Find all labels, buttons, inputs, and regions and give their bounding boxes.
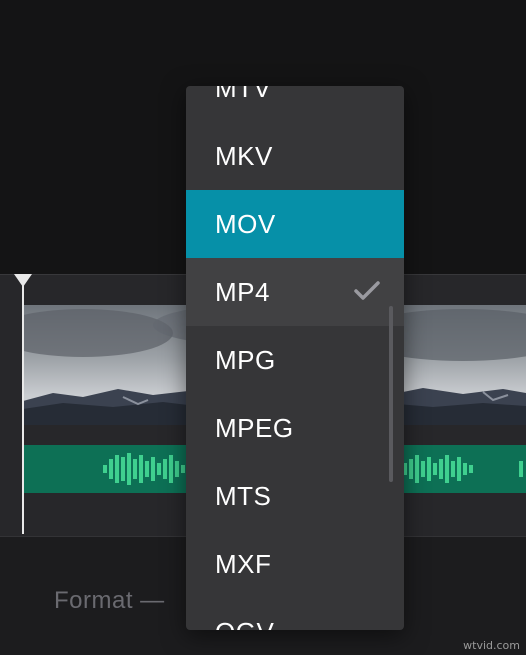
check-icon [354, 281, 380, 300]
dropdown-scrollbar[interactable] [389, 306, 393, 482]
format-option-mtv[interactable]: MTV [186, 86, 404, 122]
watermark: wtvid.com [463, 639, 520, 652]
format-option-mts[interactable]: MTS [186, 462, 404, 530]
format-option-list: MTV MKV MOV MP4 MPG MPEG MTS MXF OGV [186, 86, 404, 630]
format-option-mov[interactable]: MOV [186, 190, 404, 258]
playhead-line[interactable] [22, 282, 24, 534]
format-option-label: MP4 [215, 277, 270, 307]
format-label: Format — [54, 587, 165, 614]
format-option-mkv[interactable]: MKV [186, 122, 404, 190]
format-option-label: MKV [215, 141, 273, 171]
format-option-label: MXF [215, 549, 272, 579]
format-option-ogv[interactable]: OGV [186, 598, 404, 630]
format-option-label: MPEG [215, 413, 294, 443]
format-option-label: MTV [215, 86, 272, 103]
format-dropdown-menu[interactable]: MTV MKV MOV MP4 MPG MPEG MTS MXF OGV [186, 86, 404, 630]
format-option-label: MOV [215, 209, 276, 239]
format-option-label: MTS [215, 481, 272, 511]
format-option-mxf[interactable]: MXF [186, 530, 404, 598]
format-option-label: MPG [215, 345, 276, 375]
playhead-marker-icon[interactable] [14, 274, 32, 287]
format-option-label: OGV [215, 617, 274, 630]
format-option-mp4[interactable]: MP4 [186, 258, 404, 326]
format-option-mpg[interactable]: MPG [186, 326, 404, 394]
format-option-mpeg[interactable]: MPEG [186, 394, 404, 462]
